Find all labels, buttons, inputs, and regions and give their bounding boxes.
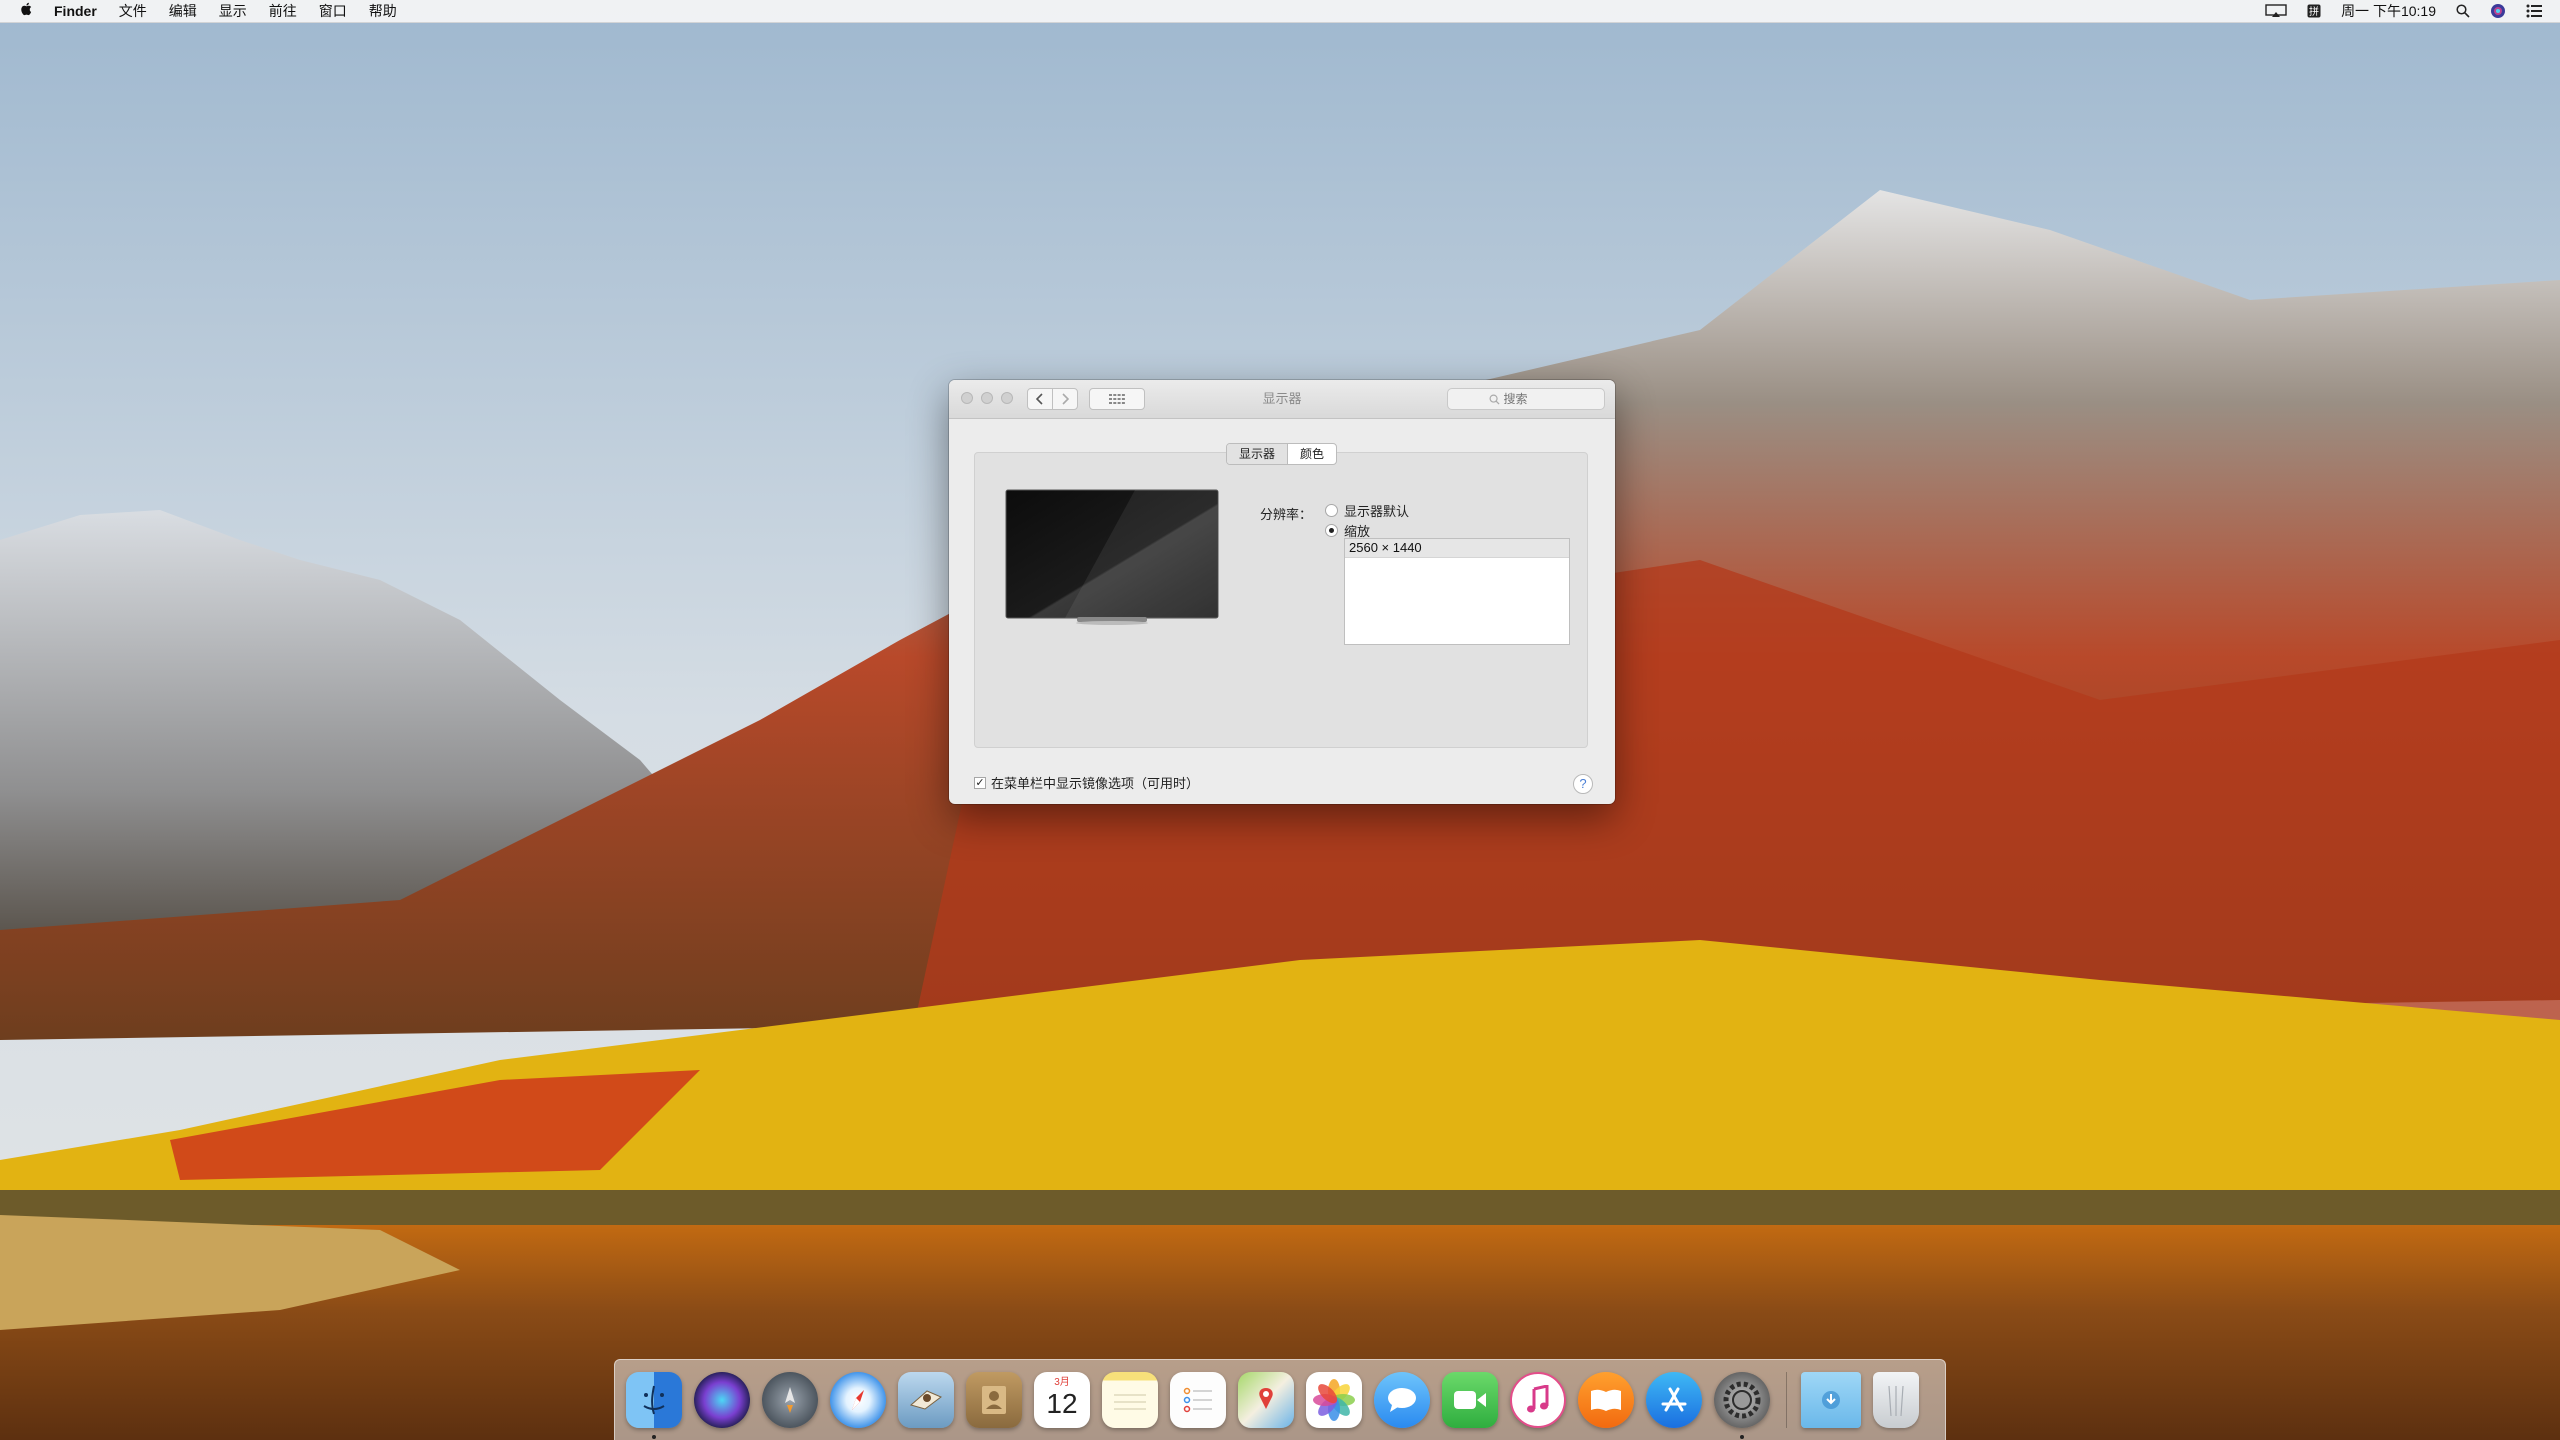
menu-edit[interactable]: 编辑 (169, 0, 197, 22)
notification-center-icon[interactable] (2526, 4, 2542, 18)
menu-go[interactable]: 前往 (269, 0, 297, 22)
desktop: Finder 文件 编辑 显示 前往 窗口 帮助 拼 周一 下午10:19 显示… (0, 0, 2560, 1440)
mirror-option-row[interactable]: ✓ 在菜单栏中显示镜像选项（可用时） (974, 773, 1199, 792)
messages-icon[interactable] (1374, 1372, 1430, 1428)
menubar-clock[interactable]: 周一 下午10:19 (2341, 0, 2436, 22)
radio-button[interactable] (1325, 504, 1338, 517)
displays-preferences-window: 显示器 显示器 颜色 (949, 380, 1615, 804)
app-store-icon[interactable] (1646, 1372, 1702, 1428)
finder-icon[interactable] (626, 1372, 682, 1439)
downloads-folder-icon[interactable] (1801, 1372, 1861, 1428)
tab-display[interactable]: 显示器 (1227, 444, 1289, 464)
launchpad-icon[interactable] (762, 1372, 818, 1428)
dock: 3月 12 (614, 1359, 1946, 1440)
siri-icon[interactable] (2490, 3, 2506, 19)
resolution-item[interactable]: 2560 × 1440 (1345, 539, 1569, 558)
spotlight-search-icon[interactable] (2456, 4, 2470, 18)
monitor-icon (1005, 489, 1219, 625)
menu-window[interactable]: 窗口 (319, 0, 347, 22)
reminders-icon[interactable] (1170, 1372, 1226, 1428)
itunes-icon[interactable] (1510, 1372, 1566, 1428)
tab-color[interactable]: 颜色 (1288, 444, 1336, 464)
notes-icon[interactable] (1102, 1372, 1158, 1428)
help-button[interactable]: ? (1573, 774, 1593, 794)
chevron-left-icon (1036, 393, 1043, 405)
calendar-day: 12 (1046, 1388, 1078, 1419)
forward-button[interactable] (1052, 388, 1078, 410)
minimize-window-button[interactable] (981, 392, 993, 404)
apple-logo-icon[interactable] (20, 0, 32, 22)
chevron-right-icon (1062, 393, 1069, 405)
system-preferences-icon[interactable] (1714, 1372, 1770, 1439)
tab-control: 显示器 颜色 (1226, 443, 1338, 465)
dock-separator (1786, 1372, 1787, 1428)
zoom-window-button[interactable] (1001, 392, 1013, 404)
resolution-label: 分辨率： (1260, 507, 1313, 522)
contacts-icon[interactable] (966, 1372, 1022, 1428)
resolution-list[interactable]: 2560 × 1440 (1344, 538, 1570, 645)
svg-text:拼: 拼 (2309, 5, 2319, 18)
ibooks-icon[interactable] (1578, 1372, 1634, 1428)
menu-file[interactable]: 文件 (119, 0, 147, 22)
facetime-icon[interactable] (1442, 1372, 1498, 1428)
back-button[interactable] (1027, 388, 1053, 410)
mirror-options-checkbox[interactable]: ✓ (974, 776, 986, 789)
search-field[interactable] (1447, 388, 1605, 410)
radio-default-for-display[interactable]: 显示器默认 (1325, 501, 1409, 520)
menu-finder[interactable]: Finder (54, 0, 97, 22)
radio-default-label: 显示器默认 (1344, 504, 1410, 519)
calendar-icon[interactable]: 3月 12 (1034, 1372, 1090, 1428)
safari-icon[interactable] (830, 1372, 886, 1428)
airplay-icon[interactable] (2265, 4, 2287, 18)
display-settings-pane: 分辨率： 显示器默认 缩放 2560 × 1440 (974, 452, 1588, 748)
window-titlebar[interactable]: 显示器 (949, 380, 1615, 419)
grid-icon (1109, 394, 1125, 404)
menu-view[interactable]: 显示 (219, 0, 247, 22)
search-input[interactable] (1499, 392, 1564, 406)
siri-dock-icon[interactable] (694, 1372, 750, 1428)
mirror-options-label: 在菜单栏中显示镜像选项（可用时） (991, 776, 1200, 791)
trash-icon[interactable] (1873, 1372, 1919, 1428)
show-all-button[interactable] (1089, 388, 1145, 410)
mail-icon[interactable] (898, 1372, 954, 1428)
maps-icon[interactable] (1238, 1372, 1294, 1428)
photos-icon[interactable] (1306, 1372, 1362, 1428)
input-method-icon[interactable]: 拼 (2307, 4, 2321, 18)
radio-button-selected[interactable] (1325, 524, 1338, 537)
search-icon (1489, 394, 1500, 405)
menu-bar: Finder 文件 编辑 显示 前往 窗口 帮助 拼 周一 下午10:19 (0, 0, 2560, 23)
menu-help[interactable]: 帮助 (369, 0, 397, 22)
close-window-button[interactable] (961, 392, 973, 404)
